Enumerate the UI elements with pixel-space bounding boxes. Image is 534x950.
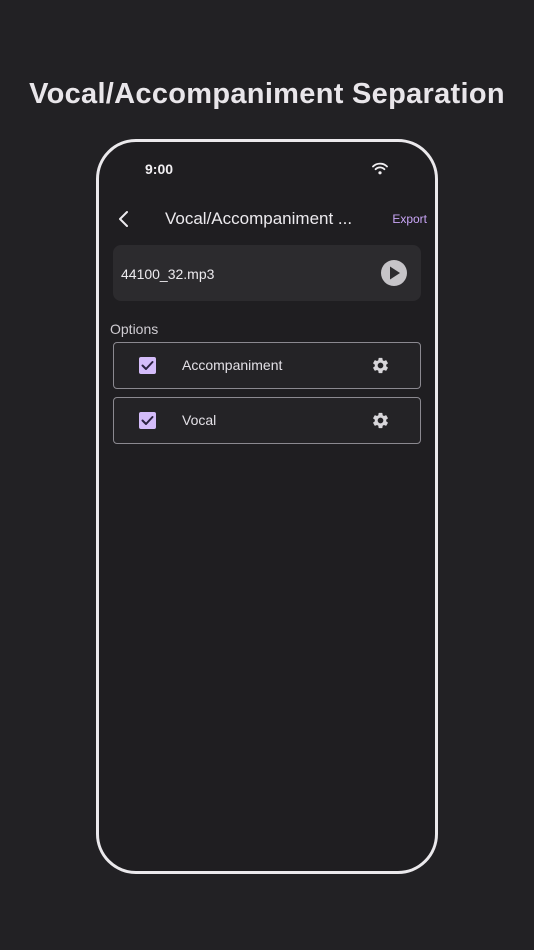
play-button[interactable]	[381, 260, 407, 286]
file-name: 44100_32.mp3	[121, 266, 215, 282]
option-row-accompaniment[interactable]: Accompaniment	[113, 342, 421, 389]
audio-file-card: 44100_32.mp3	[113, 245, 421, 301]
status-time: 9:00	[145, 161, 174, 177]
checkmark-icon	[141, 416, 154, 425]
option-row-vocal[interactable]: Vocal	[113, 397, 421, 444]
export-button[interactable]: Export	[392, 212, 427, 226]
gear-icon[interactable]	[371, 411, 390, 430]
phone-frame: 9:00 Vocal/Accompaniment ... Export 4410…	[96, 139, 438, 874]
wifi-icon	[372, 162, 388, 175]
play-icon	[390, 266, 400, 280]
vocal-checkbox[interactable]	[139, 412, 156, 429]
accompaniment-checkbox[interactable]	[139, 357, 156, 374]
option-label: Accompaniment	[182, 357, 283, 373]
page-title: Vocal/Accompaniment ...	[165, 209, 353, 228]
nav-bar: Vocal/Accompaniment ... Export	[99, 202, 435, 236]
promo-headline: Vocal/Accompaniment Separation	[29, 78, 505, 110]
status-bar: 9:00	[99, 142, 435, 192]
back-chevron-icon[interactable]	[117, 210, 131, 228]
gear-icon[interactable]	[371, 356, 390, 375]
checkmark-icon	[141, 361, 154, 370]
options-section-label: Options	[110, 321, 159, 337]
screenshot-canvas: Vocal/Accompaniment Separation 9:00 Voca…	[0, 0, 534, 950]
option-label: Vocal	[182, 412, 217, 428]
